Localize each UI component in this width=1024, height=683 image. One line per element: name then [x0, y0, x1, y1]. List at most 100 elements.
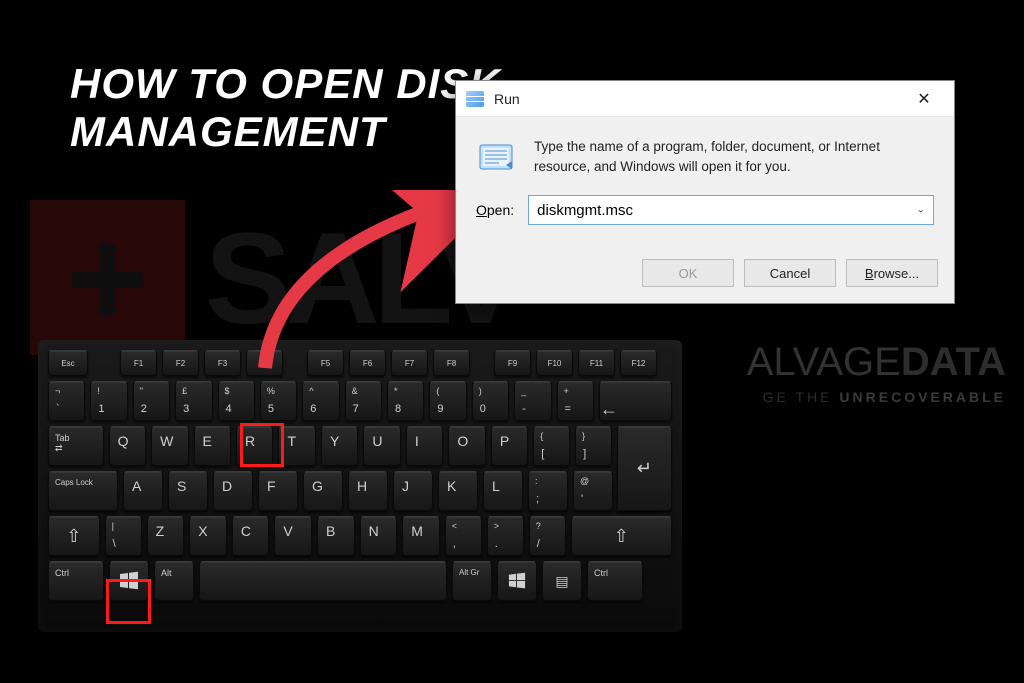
key-alt-left[interactable]: Alt	[154, 561, 194, 601]
plus-icon: +	[30, 200, 185, 355]
key-num-10[interactable]: )0	[472, 381, 509, 421]
key-punct-z0[interactable]: <,	[445, 516, 482, 556]
key-altgr[interactable]: Alt Gr	[452, 561, 492, 601]
number-row: ¬`!1"2£3$4%5^6&7*8(9)0_-+=←	[48, 381, 672, 421]
key-backspace[interactable]: ←	[599, 381, 672, 421]
key-ctrl-right[interactable]: Ctrl	[587, 561, 643, 601]
key-p[interactable]: P	[491, 426, 528, 466]
key-num-3[interactable]: £3	[175, 381, 212, 421]
key-y[interactable]: Y	[321, 426, 358, 466]
open-input[interactable]: diskmgmt.msc ⌄	[528, 195, 934, 225]
key-e[interactable]: E	[194, 426, 231, 466]
key-f11[interactable]: F11	[578, 350, 615, 376]
space-row: Ctrl Alt Alt Gr ▤ Ctrl	[48, 561, 672, 601]
key-f8[interactable]: F8	[433, 350, 470, 376]
key-f2[interactable]: F2	[162, 350, 199, 376]
key-punct-a1[interactable]: @'	[573, 471, 613, 511]
windows-icon	[119, 571, 139, 591]
close-button[interactable]: ✕	[902, 81, 946, 116]
key-f9[interactable]: F9	[494, 350, 531, 376]
run-app-icon	[466, 91, 484, 107]
key-esc[interactable]: Esc	[48, 350, 88, 376]
key-punct-z2[interactable]: ?/	[529, 516, 566, 556]
key-f12[interactable]: F12	[620, 350, 657, 376]
key-num-7[interactable]: &7	[345, 381, 382, 421]
key-i[interactable]: I	[406, 426, 443, 466]
watermark-logo: + SALV	[30, 200, 518, 355]
key-r[interactable]: R	[236, 426, 273, 466]
key-f6[interactable]: F6	[349, 350, 386, 376]
key-shift-left[interactable]: ⇧	[48, 516, 100, 556]
watermark-brand: ALVAGEDATA GE THE UNRECOVERABLE	[747, 340, 1006, 405]
key-n[interactable]: N	[360, 516, 398, 556]
key-num-11[interactable]: _-	[514, 381, 551, 421]
key-f10[interactable]: F10	[536, 350, 573, 376]
title-line-2: MANAGEMENT	[70, 108, 501, 156]
key-backslash[interactable]: |\	[105, 516, 142, 556]
key-c[interactable]: C	[232, 516, 270, 556]
run-big-icon	[476, 137, 516, 177]
key-t[interactable]: T	[278, 426, 315, 466]
cancel-button[interactable]: Cancel	[744, 259, 836, 287]
key-q[interactable]: Q	[109, 426, 146, 466]
watermark-brand-top: ALVAGEDATA	[747, 340, 1006, 385]
key-ctrl-left[interactable]: Ctrl	[48, 561, 104, 601]
key-m[interactable]: M	[402, 516, 440, 556]
browse-button[interactable]: Browse...	[846, 259, 938, 287]
key-num-8[interactable]: *8	[387, 381, 424, 421]
key-num-1[interactable]: !1	[90, 381, 127, 421]
run-button-row: OK Cancel Browse...	[456, 247, 954, 303]
key-f1[interactable]: F1	[120, 350, 157, 376]
key-f5[interactable]: F5	[307, 350, 344, 376]
key-shift-right[interactable]: ⇧	[571, 516, 672, 556]
key-punct-a0[interactable]: :;	[528, 471, 568, 511]
qwerty-row: Tab⇄ QWERTYUIOP{[}]↵	[48, 426, 672, 466]
key-menu[interactable]: ▤	[542, 561, 582, 601]
open-label: Open:	[476, 202, 514, 218]
key-h[interactable]: H	[348, 471, 388, 511]
key-f[interactable]: F	[258, 471, 298, 511]
key-z[interactable]: Z	[147, 516, 185, 556]
key-j[interactable]: J	[393, 471, 433, 511]
key-o[interactable]: O	[448, 426, 485, 466]
key-capslock[interactable]: Caps Lock	[48, 471, 118, 511]
key-num-6[interactable]: ^6	[302, 381, 339, 421]
run-input-row: Open: diskmgmt.msc ⌄	[456, 191, 954, 247]
key-d[interactable]: D	[213, 471, 253, 511]
chevron-down-icon[interactable]: ⌄	[917, 205, 925, 216]
key-f3[interactable]: F3	[204, 350, 241, 376]
key-enter[interactable]: ↵	[617, 426, 672, 511]
key-u[interactable]: U	[363, 426, 400, 466]
ok-button[interactable]: OK	[642, 259, 734, 287]
key-space[interactable]	[199, 561, 447, 601]
run-dialog: Run ✕ Type the name of a program, folder…	[455, 80, 955, 304]
key-num-9[interactable]: (9	[429, 381, 466, 421]
key-num-2[interactable]: "2	[133, 381, 170, 421]
key-tab[interactable]: Tab⇄	[48, 426, 104, 466]
key-x[interactable]: X	[189, 516, 227, 556]
key-bracket-0[interactable]: {[	[533, 426, 570, 466]
key-num-5[interactable]: %5	[260, 381, 297, 421]
key-bracket-1[interactable]: }]	[575, 426, 612, 466]
key-l[interactable]: L	[483, 471, 523, 511]
key-a[interactable]: A	[123, 471, 163, 511]
key-num-4[interactable]: $4	[218, 381, 255, 421]
key-v[interactable]: V	[274, 516, 312, 556]
key-k[interactable]: K	[438, 471, 478, 511]
key-g[interactable]: G	[303, 471, 343, 511]
run-body: Type the name of a program, folder, docu…	[456, 117, 954, 191]
key-s[interactable]: S	[168, 471, 208, 511]
key-b[interactable]: B	[317, 516, 355, 556]
key-windows-right[interactable]	[497, 561, 537, 601]
key-num-12[interactable]: +=	[557, 381, 594, 421]
key-num-0[interactable]: ¬`	[48, 381, 85, 421]
key-w[interactable]: W	[151, 426, 188, 466]
key-punct-z1[interactable]: >.	[487, 516, 524, 556]
key-f4[interactable]: F4	[246, 350, 283, 376]
key-f7[interactable]: F7	[391, 350, 428, 376]
watermark-tag-b: UNRECOVERABLE	[839, 389, 1006, 405]
run-titlebar[interactable]: Run ✕	[456, 81, 954, 117]
windows-icon	[508, 572, 526, 590]
watermark-brand-b: DATA	[901, 340, 1006, 384]
key-windows[interactable]	[109, 561, 149, 601]
